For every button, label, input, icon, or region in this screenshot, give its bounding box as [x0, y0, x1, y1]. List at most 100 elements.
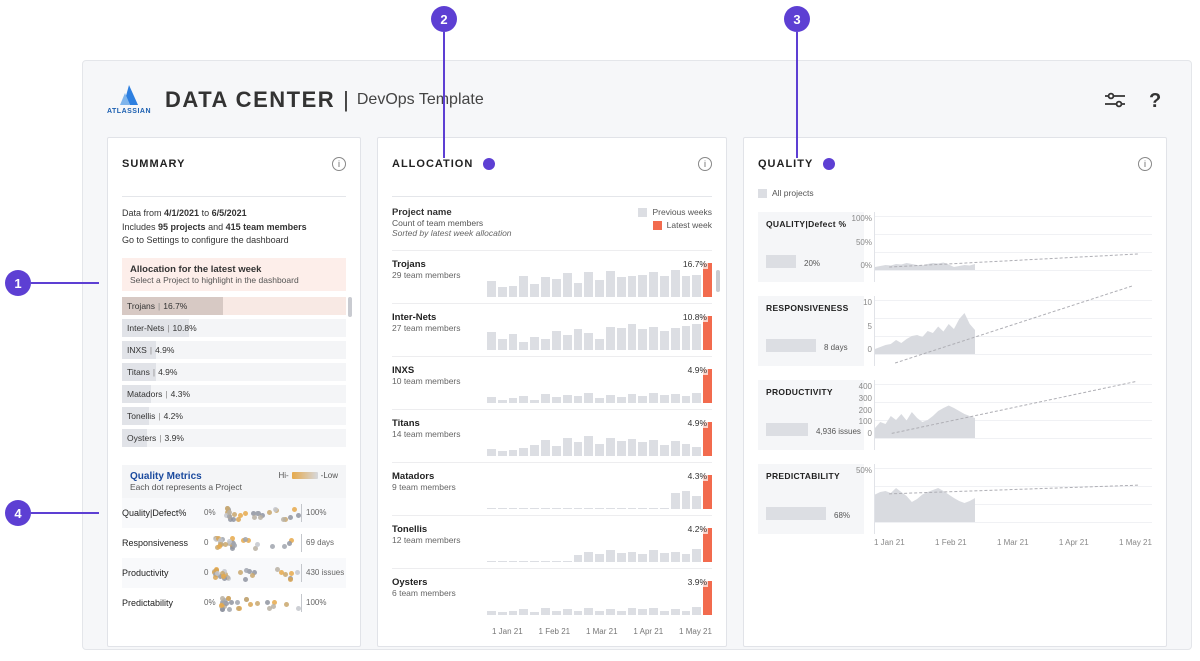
summary-project-row[interactable]: Trojans|16.7% [122, 297, 346, 315]
allocation-panel: ALLOCATION i Project name Count of team … [377, 137, 727, 647]
allocation-bar [660, 553, 669, 562]
allocation-bar [552, 508, 561, 509]
allocation-latest-pct: 4.9% [687, 365, 708, 375]
allocation-bar [563, 273, 572, 297]
allocation-bar [617, 328, 626, 350]
summary-project-row[interactable]: Tonellis|4.2% [122, 407, 346, 425]
allocation-project-row[interactable]: Tonellis12 team members4.2% [392, 515, 712, 568]
qm-scale-start: 0 [204, 538, 208, 547]
qm-scale-end: 430 issues [306, 568, 346, 577]
allocation-bar [541, 561, 550, 562]
allocation-bar [682, 444, 691, 456]
allocation-axis-tick: 1 Apr 21 [633, 627, 663, 636]
qm-dot [265, 600, 270, 605]
allocation-bar [487, 561, 496, 562]
scrollbar-thumb[interactable] [348, 297, 352, 317]
allocation-bar [682, 276, 691, 297]
allocation-project-name: Inter-Nets [392, 312, 487, 323]
annotation-badge-2: 2 [431, 6, 457, 32]
qm-row-label: Responsiveness [122, 538, 204, 548]
quality-y-ticks: 50% [851, 464, 875, 534]
qm-dot-strip [218, 502, 302, 524]
qm-dot [236, 517, 241, 522]
quality-section: PREDICTABILITY68%50% [758, 464, 1152, 534]
allocation-project-row[interactable]: Trojans29 team members16.7% [392, 250, 712, 303]
allocation-bar [606, 395, 615, 403]
date-range: Data from 4/1/2021 to 6/5/2021 [122, 207, 346, 221]
qm-scale-end: 100% [306, 508, 346, 517]
summary-project-row[interactable]: Titans|4.9% [122, 363, 346, 381]
settings-button[interactable] [1103, 88, 1127, 112]
allocation-bar [671, 394, 680, 403]
allocation-bar [606, 327, 615, 350]
allocation-project-members: 12 team members [392, 535, 487, 545]
qm-dot [288, 577, 293, 582]
qm-dot [255, 601, 260, 606]
allocation-bar [519, 508, 528, 509]
allocation-bar [617, 508, 626, 509]
summary-project-row[interactable]: Oysters|3.9% [122, 429, 346, 447]
allocation-bar [574, 283, 583, 297]
quality-axis-tick: 1 Mar 21 [997, 538, 1029, 547]
allocation-project-members: 10 team members [392, 376, 487, 386]
quality-section: PRODUCTIVITY4,936 issues4003002001000 [758, 380, 1152, 450]
allocation-project-row[interactable]: Titans14 team members4.9% [392, 409, 712, 462]
quality-info-icon[interactable]: i [1138, 157, 1152, 171]
qm-dot [296, 606, 301, 611]
allocation-project-row[interactable]: Inter-Nets27 team members10.8% [392, 303, 712, 356]
allocation-col-sub: Count of team members [392, 218, 638, 228]
allocation-project-row[interactable]: Oysters6 team members3.9% [392, 568, 712, 621]
allocation-project-name: Trojans [392, 259, 487, 270]
quality-summary-card[interactable]: RESPONSIVENESS8 days [758, 296, 864, 366]
annotation-badge-3: 3 [784, 6, 810, 32]
allocation-bar [509, 561, 518, 562]
allocation-bar [638, 442, 647, 456]
quality-y-ticks: 1050 [851, 296, 875, 366]
quality-area-svg [875, 388, 975, 438]
allocation-bar [487, 449, 496, 456]
allocation-bar [617, 277, 626, 297]
qm-dot [235, 600, 240, 605]
help-button[interactable]: ? [1143, 88, 1167, 112]
summary-project-label: Tonellis|4.2% [122, 411, 183, 421]
allocation-info-icon[interactable]: i [698, 157, 712, 171]
allocation-bar [660, 331, 669, 350]
allocation-bar [530, 445, 539, 456]
allocation-latest-pct: 4.3% [687, 471, 708, 481]
allocation-project-row[interactable]: Matadors9 team members4.3% [392, 462, 712, 515]
qm-dot [238, 513, 243, 518]
dashboard-frame: ATLASSIAN DATA CENTER | DevOps Template … [82, 60, 1192, 650]
quality-card-bar [766, 339, 816, 352]
allocation-axis-tick: 1 Jan 21 [492, 627, 523, 636]
alloc-highlight-sub: Select a Project to highlight in the das… [130, 275, 338, 285]
allocation-bar [574, 611, 583, 615]
summary-project-row[interactable]: INXS|4.9% [122, 341, 346, 359]
app-title: DATA CENTER [165, 87, 335, 113]
quality-summary-card[interactable]: PRODUCTIVITY4,936 issues [758, 380, 864, 450]
allocation-project-row[interactable]: INXS10 team members4.9% [392, 356, 712, 409]
allocation-bar [692, 393, 701, 403]
summary-info-icon[interactable]: i [332, 157, 346, 171]
qm-dot [243, 537, 248, 542]
allocation-bar [541, 608, 550, 615]
qm-dot [243, 511, 248, 516]
allocation-highlight-box: Allocation for the latest week Select a … [122, 258, 346, 291]
qm-dot [248, 602, 253, 607]
allocation-bar [649, 508, 658, 509]
quality-y-ticks: 4003002001000 [851, 380, 875, 450]
allocation-axis-tick: 1 May 21 [679, 627, 712, 636]
quality-summary-card[interactable]: QUALITY|Defect %20% [758, 212, 864, 282]
allocation-latest-pct: 4.9% [687, 418, 708, 428]
allocation-bar [682, 326, 691, 350]
allocation-bar [606, 438, 615, 456]
summary-title: SUMMARY [122, 158, 185, 170]
scrollbar-thumb[interactable] [716, 270, 720, 292]
quality-summary-card[interactable]: PREDICTABILITY68% [758, 464, 864, 534]
quality-card-value: 20% [804, 259, 820, 268]
dashboard-header: ATLASSIAN DATA CENTER | DevOps Template … [107, 79, 1167, 121]
summary-project-row[interactable]: Matadors|4.3% [122, 385, 346, 403]
summary-project-row[interactable]: Inter-Nets|10.8% [122, 319, 346, 337]
quality-card-bar [766, 423, 808, 436]
alloc-highlight-title: Allocation for the latest week [130, 264, 338, 275]
allocation-bar [509, 450, 518, 456]
